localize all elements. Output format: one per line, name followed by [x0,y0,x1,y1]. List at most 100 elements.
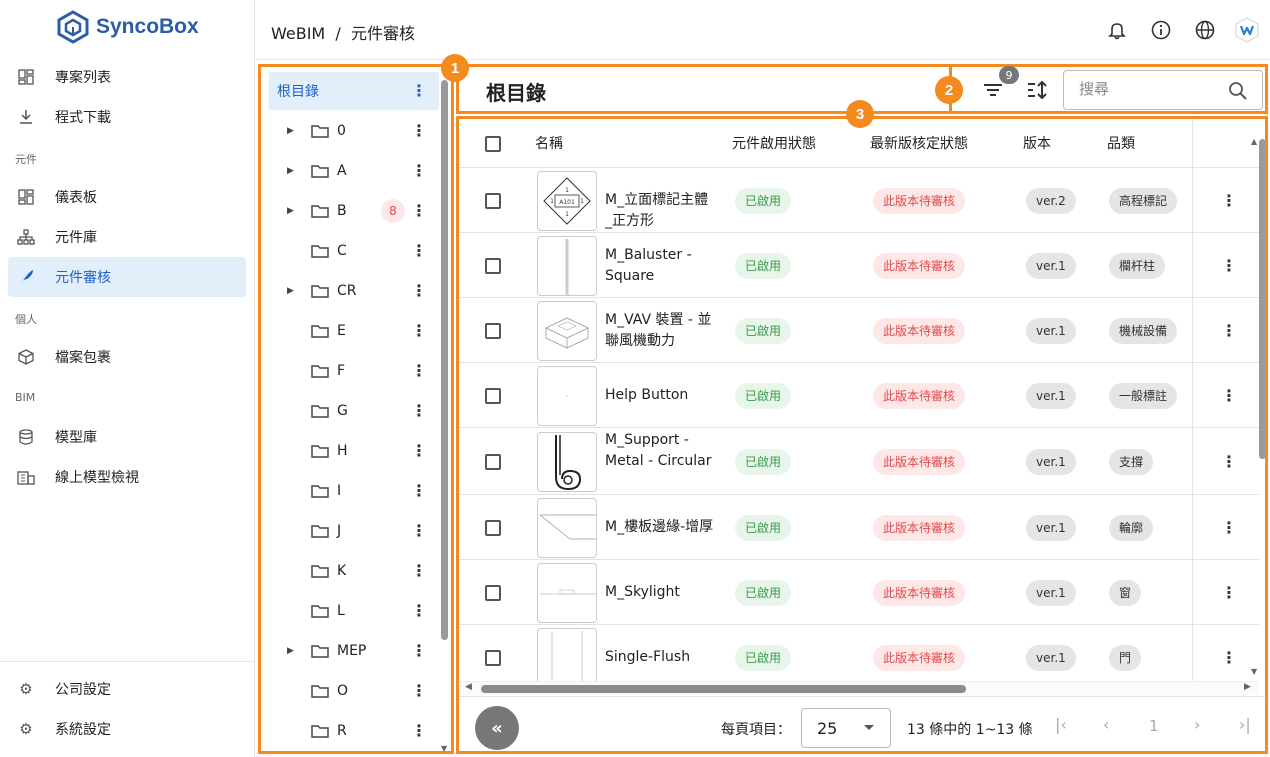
more-vert-icon[interactable]: ⋮ [1221,191,1237,210]
search-input[interactable] [1079,81,1219,98]
more-vert-icon[interactable]: ⋮ [1221,518,1237,537]
component-name[interactable]: M_立面標記主體_正方形 [605,190,715,232]
tree-item-folder[interactable]: J ⋮ [269,512,439,550]
tree-item-folder[interactable]: ▶ CR ⋮ [269,272,439,310]
tree-item-folder[interactable]: K ⋮ [269,552,439,590]
more-vert-icon[interactable]: ⋮ [411,243,427,259]
row-checkbox[interactable] [485,192,501,209]
component-name[interactable]: Help Button [605,385,715,406]
scroll-down-arrow-icon[interactable]: ▼ [1251,667,1257,676]
sidebar-item-company-settings[interactable]: ⚙ 公司設定 [8,669,246,709]
sidebar-item-packages[interactable]: 檔案包裹 [8,337,246,377]
column-header-review[interactable]: 最新版核定狀態 [870,119,968,167]
tree-item-folder[interactable]: F ⋮ [269,352,439,390]
sidebar-item-online-viewer[interactable]: 線上模型檢視 [8,457,246,497]
sidebar-item-dashboard[interactable]: 儀表板 [8,177,246,217]
sidebar-item-component-review[interactable]: 元件審核 [8,257,246,297]
table-row[interactable]: Help Button 已啟用 此版本待審核 ver.1 一般標註 ⋮ [459,362,1259,428]
sidebar-item-projects[interactable]: 專案列表 [8,57,246,97]
column-header-enabled[interactable]: 元件啟用狀態 [732,119,816,167]
column-header-version[interactable]: 版本 [1023,119,1051,167]
tree-item-folder[interactable]: ▶ B 8 ⋮ [269,192,439,230]
more-vert-icon[interactable]: ⋮ [411,363,427,379]
more-vert-icon[interactable]: ⋮ [411,443,427,459]
table-row[interactable]: Single-Flush 已啟用 此版本待審核 ver.1 門 ⋮ [459,624,1259,690]
more-vert-icon[interactable]: ⋮ [1221,386,1237,405]
tree-item-folder[interactable]: H ⋮ [269,432,439,470]
sidebar-item-downloads[interactable]: 程式下載 [8,97,246,137]
table-row[interactable]: M_Skylight 已啟用 此版本待審核 ver.1 窗 ⋮ [459,559,1259,625]
next-page-icon[interactable]: › [1194,715,1200,734]
more-vert-icon[interactable]: ⋮ [411,163,427,179]
component-name[interactable]: M_Baluster - Square [605,245,715,287]
search-field[interactable] [1063,70,1263,110]
tree-item-folder[interactable]: ▶ 0 ⋮ [269,112,439,150]
more-vert-icon[interactable]: ⋮ [1221,452,1237,471]
component-name[interactable]: M_Support - Metal - Circular [605,430,715,472]
sort-button[interactable] [1026,79,1048,105]
table-row[interactable]: M_Baluster - Square 已啟用 此版本待審核 ver.1 欄杆柱 ⋮ [459,232,1259,298]
search-icon[interactable] [1228,81,1248,101]
table-row[interactable]: A101 1 1 1 1 M_立面標記主體_正方形 已啟用 此版本待審核 ver.2 高程標記 ⋮ [459,167,1259,233]
more-vert-icon[interactable]: ⋮ [411,323,427,339]
tree-item-folder[interactable]: O ⋮ [269,672,439,710]
globe-icon[interactable] [1193,18,1217,42]
first-page-icon[interactable]: |‹ [1055,715,1067,734]
row-checkbox[interactable] [485,584,501,601]
tree-item-root[interactable]: 根目錄 ⋮ [269,72,439,110]
more-vert-icon[interactable]: ⋮ [411,123,427,139]
scroll-up-arrow-icon[interactable]: ▲ [1251,137,1257,146]
column-header-name[interactable]: 名稱 [535,119,563,167]
more-vert-icon[interactable]: ⋮ [411,563,427,579]
more-vert-icon[interactable]: ⋮ [1221,583,1237,602]
table-horizontal-scrollbar[interactable] [481,685,966,693]
table-vertical-scrollbar[interactable] [1259,139,1265,459]
tree-item-folder[interactable]: L ⋮ [269,592,439,630]
sidebar-item-system-settings[interactable]: ⚙ 系統設定 [8,709,246,749]
more-vert-icon[interactable]: ⋮ [411,483,427,499]
scroll-down-arrow-icon[interactable]: ▼ [441,744,447,753]
expand-arrow-icon[interactable]: ▶ [287,646,294,656]
more-vert-icon[interactable]: ⋮ [1221,648,1237,667]
more-vert-icon[interactable]: ⋮ [411,723,427,739]
info-icon[interactable] [1149,18,1173,42]
table-row[interactable]: M_樓板邊緣-增厚 已啟用 此版本待審核 ver.1 輪廓 ⋮ [459,494,1259,560]
prev-page-icon[interactable]: ‹ [1103,715,1109,734]
scroll-right-arrow-icon[interactable]: ▶ [1244,682,1251,692]
row-checkbox[interactable] [485,387,501,404]
tree-item-folder[interactable]: I ⋮ [269,472,439,510]
more-vert-icon[interactable]: ⋮ [1221,321,1237,340]
component-name[interactable]: M_樓板邊緣-增厚 [605,517,715,538]
last-page-icon[interactable]: ›| [1239,715,1251,734]
tree-item-folder[interactable]: ▶ A ⋮ [269,152,439,190]
row-checkbox[interactable] [485,322,501,339]
more-vert-icon[interactable]: ⋮ [411,83,427,99]
expand-arrow-icon[interactable]: ▶ [287,126,294,136]
component-name[interactable]: M_Skylight [605,582,715,603]
scroll-left-arrow-icon[interactable]: ◀ [465,682,472,692]
expand-arrow-icon[interactable]: ▶ [287,206,294,216]
component-name[interactable]: M_VAV 裝置 - 並聯風機動力 [605,310,715,352]
sidebar-item-component-library[interactable]: 元件庫 [8,217,246,257]
more-vert-icon[interactable]: ⋮ [411,643,427,659]
expand-arrow-icon[interactable]: ▶ [287,166,294,176]
row-checkbox[interactable] [485,649,501,666]
more-vert-icon[interactable]: ⋮ [1221,256,1237,275]
app-logo[interactable]: SyncoBox [56,10,199,44]
row-checkbox[interactable] [485,519,501,536]
current-page[interactable]: 1 [1149,717,1159,735]
collapse-panel-button[interactable]: « [475,706,519,750]
filter-button[interactable] [982,80,1004,104]
table-row[interactable]: M_Support - Metal - Circular 已啟用 此版本待審核 ver… [459,427,1259,495]
component-name[interactable]: Single-Flush [605,647,715,668]
more-vert-icon[interactable]: ⋮ [411,283,427,299]
table-row[interactable]: M_VAV 裝置 - 並聯風機動力 已啟用 此版本待審核 ver.1 機械設備 ⋮ [459,297,1259,363]
more-vert-icon[interactable]: ⋮ [411,403,427,419]
row-checkbox[interactable] [485,257,501,274]
bell-icon[interactable] [1105,18,1129,42]
tree-item-folder[interactable]: ▶ MEP ⋮ [269,632,439,670]
tree-item-folder[interactable]: C ⋮ [269,232,439,270]
more-vert-icon[interactable]: ⋮ [411,523,427,539]
select-all-checkbox[interactable] [485,136,501,152]
tree-scrollbar[interactable] [441,80,448,640]
